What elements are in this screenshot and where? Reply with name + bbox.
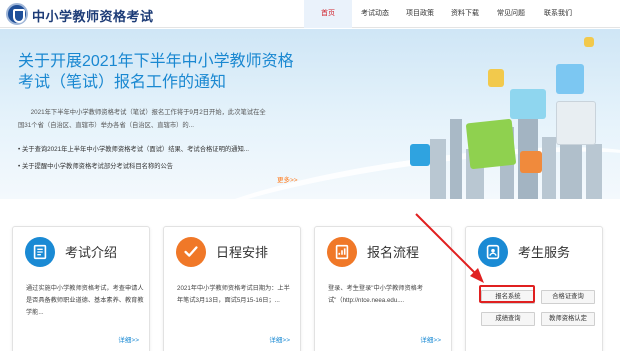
banner-title[interactable]: 关于开展2021年下半年中小学教师资格考试（笔试）报名工作的通知 — [18, 51, 300, 93]
nav-item-faq[interactable]: 常见问题 — [488, 0, 534, 28]
card-text: 通过实施中小学教师资格考试，考查申请人是否具备教师职业道德、基本素养、教育教学能… — [26, 285, 144, 316]
banner-more-link[interactable]: 更多>> — [277, 174, 298, 184]
list-item[interactable]: 关于查询2021年上半年中小学教师资格考试（面试）结果、考试合格证明的通知... — [18, 141, 249, 158]
skyline-building — [586, 144, 602, 199]
orange-cube-icon — [520, 151, 542, 173]
logo-icon[interactable] — [6, 3, 28, 25]
header: 中小学教师资格考试 首页 考试动态 项目政策 资料下载 常见问题 联系我们 — [0, 0, 620, 28]
nav-item-downloads[interactable]: 资料下载 — [442, 0, 488, 28]
notebook-icon — [25, 237, 55, 267]
card-registration-process: 报名流程 登录、考生登录"中小学教师资格考试"（http://ntce.neea… — [314, 226, 452, 351]
score-query-button[interactable]: 成绩查询 — [481, 312, 535, 326]
list-item[interactable]: 关于提醒中小学教师资格考试部分考试科目名称的公告 — [18, 158, 249, 175]
blue-cube-icon — [510, 89, 546, 119]
banner-description: 2021年下半年中小学教师资格考试（笔试）报名工作将于9月2日开始，此次笔试在全… — [18, 109, 266, 129]
banner: 关于开展2021年下半年中小学教师资格考试（笔试）报名工作的通知 2021年下半… — [0, 29, 620, 199]
skyline-building — [542, 137, 556, 199]
card-title: 考试介绍 — [65, 245, 118, 260]
card-title: 报名流程 — [367, 245, 420, 260]
certificate-query-button[interactable]: 合格证查询 — [541, 290, 595, 304]
skyline-building — [450, 119, 462, 199]
user-card-icon — [478, 237, 508, 267]
page: 中小学教师资格考试 首页 考试动态 项目政策 资料下载 常见问题 联系我们 关于… — [0, 0, 620, 351]
skyline-building — [430, 139, 446, 199]
card-text: 登录、考生登录"中小学教师资格考试"（http://ntce.neea.edu.… — [328, 285, 424, 304]
checkmark-icon — [176, 237, 206, 267]
site-title[interactable]: 中小学教师资格考试 — [32, 6, 154, 25]
nav-item-home[interactable]: 首页 — [304, 0, 352, 28]
card-more-link[interactable]: 详细>> — [118, 334, 139, 344]
yellow-cube-icon — [488, 69, 504, 87]
card-schedule: 日程安排 2021年中小学教师资格考试日期为：上半年笔试3月13日，面试5月15… — [163, 226, 301, 351]
nav-item-exam-news[interactable]: 考试动态 — [352, 0, 398, 28]
white-cube-icon — [556, 101, 596, 145]
card-more-link[interactable]: 详细>> — [269, 334, 290, 344]
card-text: 2021年中小学教师资格考试日期为：上半年笔试3月13日，面试5月15-16日；… — [177, 285, 290, 304]
highlight-box — [479, 285, 535, 303]
blue-cube-icon — [556, 64, 584, 94]
teacher-certification-button[interactable]: 教师资格认定 — [541, 312, 595, 326]
card-title: 考生服务 — [518, 245, 571, 260]
card-exam-intro: 考试介绍 通过实施中小学教师资格考试，考查申请人是否具备教师职业道德、基本素养、… — [12, 226, 150, 351]
report-icon — [327, 237, 357, 267]
nav-item-contact[interactable]: 联系我们 — [534, 0, 582, 28]
card-title: 日程安排 — [216, 245, 269, 260]
main-nav: 首页 考试动态 项目政策 资料下载 常见问题 联系我们 — [304, 0, 582, 28]
blue-cube-icon — [410, 144, 430, 166]
green-cube-icon — [465, 118, 517, 170]
card-more-link[interactable]: 详细>> — [420, 334, 441, 344]
banner-news-list: 关于查询2021年上半年中小学教师资格考试（面试）结果、考试合格证明的通知...… — [18, 141, 249, 175]
nav-item-policy[interactable]: 项目政策 — [398, 0, 442, 28]
yellow-cube-icon — [584, 37, 594, 47]
